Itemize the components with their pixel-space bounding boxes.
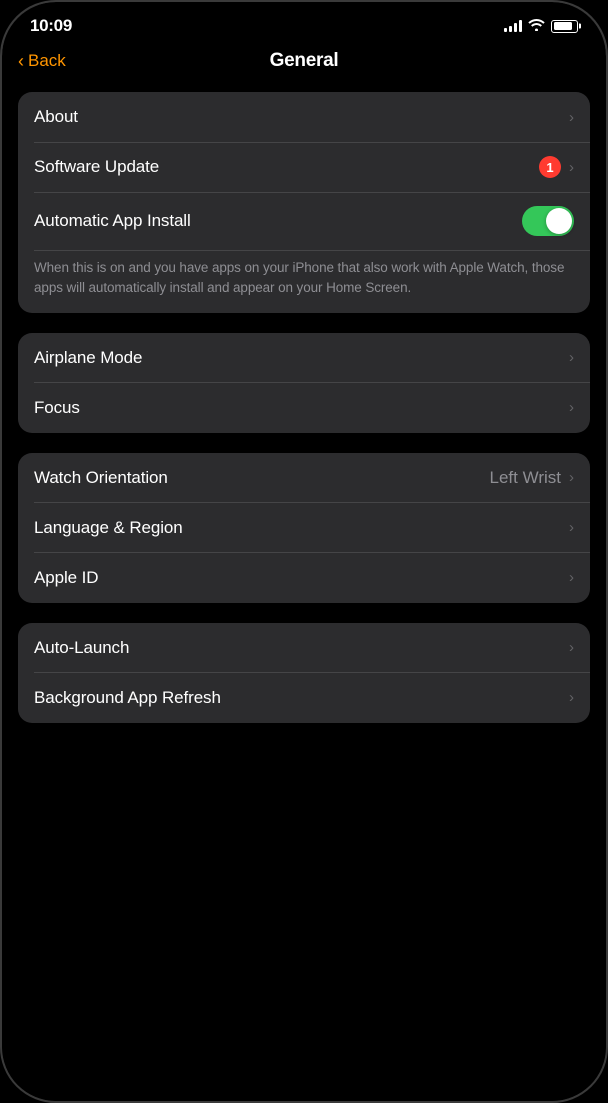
auto-app-install-menu-item[interactable]: Automatic App Install: [18, 192, 590, 250]
status-time: 10:09: [30, 16, 72, 36]
signal-icon: [504, 20, 522, 32]
auto-launch-chevron-icon: ›: [569, 639, 574, 656]
background-refresh-label: Background App Refresh: [34, 688, 221, 708]
auto-app-install-description: When this is on and you have apps on you…: [18, 250, 590, 313]
battery-icon: [551, 20, 578, 33]
toggle-knob: [546, 208, 572, 234]
back-button[interactable]: ‹ Back: [18, 51, 66, 71]
status-icons: [504, 18, 578, 34]
section-launch: Auto-Launch › Background App Refresh ›: [18, 623, 590, 723]
phone-screen: 10:09 ‹ Back General: [2, 2, 606, 1101]
content-area: About › Software Update 1 › Automatic Ap…: [2, 84, 606, 1077]
software-update-label: Software Update: [34, 157, 159, 177]
airplane-mode-label: Airplane Mode: [34, 348, 142, 368]
apple-id-label: Apple ID: [34, 568, 98, 588]
language-region-chevron-icon: ›: [569, 519, 574, 536]
focus-menu-item[interactable]: Focus ›: [18, 383, 590, 433]
back-chevron-icon: ‹: [18, 52, 24, 70]
auto-app-install-toggle[interactable]: [522, 206, 574, 236]
software-update-menu-item[interactable]: Software Update 1 ›: [18, 142, 590, 192]
watch-orientation-right: Left Wrist ›: [490, 468, 574, 488]
about-chevron-icon: ›: [569, 109, 574, 126]
apple-id-chevron-icon: ›: [569, 569, 574, 586]
back-label: Back: [28, 51, 66, 71]
focus-label: Focus: [34, 398, 80, 418]
phone-frame: 10:09 ‹ Back General: [0, 0, 608, 1103]
background-refresh-right: ›: [569, 689, 574, 706]
background-refresh-chevron-icon: ›: [569, 689, 574, 706]
focus-chevron-icon: ›: [569, 399, 574, 416]
about-right: ›: [569, 109, 574, 126]
auto-launch-right: ›: [569, 639, 574, 656]
status-bar: 10:09: [2, 2, 606, 42]
section-connectivity: Airplane Mode › Focus ›: [18, 333, 590, 433]
auto-app-install-label: Automatic App Install: [34, 211, 191, 231]
section-top: About › Software Update 1 › Automatic Ap…: [18, 92, 590, 313]
nav-title: General: [270, 50, 339, 72]
airplane-mode-chevron-icon: ›: [569, 349, 574, 366]
apple-id-right: ›: [569, 569, 574, 586]
about-label: About: [34, 107, 78, 127]
auto-launch-label: Auto-Launch: [34, 638, 129, 658]
nav-header: ‹ Back General: [2, 42, 606, 84]
language-region-right: ›: [569, 519, 574, 536]
auto-app-install-right: [522, 206, 574, 236]
watch-orientation-value: Left Wrist: [490, 468, 561, 488]
software-update-chevron-icon: ›: [569, 159, 574, 176]
language-region-label: Language & Region: [34, 518, 183, 538]
watch-orientation-chevron-icon: ›: [569, 469, 574, 486]
watch-orientation-menu-item[interactable]: Watch Orientation Left Wrist ›: [18, 453, 590, 503]
watch-orientation-label: Watch Orientation: [34, 468, 168, 488]
apple-id-menu-item[interactable]: Apple ID ›: [18, 553, 590, 603]
section-settings: Watch Orientation Left Wrist › Language …: [18, 453, 590, 603]
wifi-icon: [528, 18, 545, 34]
airplane-mode-right: ›: [569, 349, 574, 366]
software-update-right: 1 ›: [539, 156, 574, 178]
about-menu-item[interactable]: About ›: [18, 92, 590, 142]
auto-launch-menu-item[interactable]: Auto-Launch ›: [18, 623, 590, 673]
airplane-mode-menu-item[interactable]: Airplane Mode ›: [18, 333, 590, 383]
focus-right: ›: [569, 399, 574, 416]
software-update-badge: 1: [539, 156, 561, 178]
bottom-safe-area: [2, 1077, 606, 1101]
language-region-menu-item[interactable]: Language & Region ›: [18, 503, 590, 553]
background-refresh-menu-item[interactable]: Background App Refresh ›: [18, 673, 590, 723]
